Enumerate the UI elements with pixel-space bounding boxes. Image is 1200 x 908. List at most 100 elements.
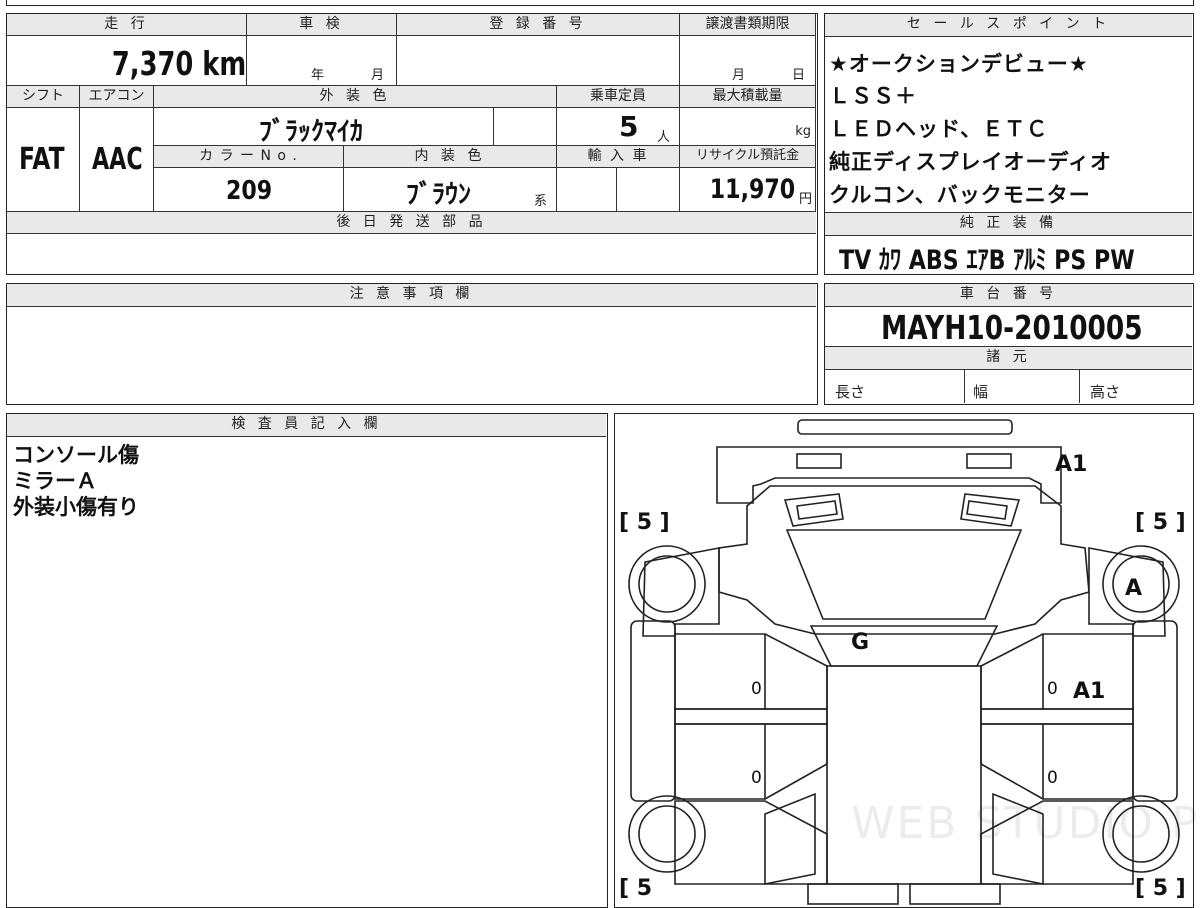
fender-left	[642, 547, 720, 637]
recycle-value: 11,970	[709, 174, 795, 205]
transfer-day-unit: 日	[792, 68, 806, 83]
header-later-parts: 後 日 発 送 部 品	[7, 212, 816, 234]
interior-color-cell: ﾌﾞﾗｳﾝ 系	[344, 168, 557, 212]
windshield	[809, 625, 999, 667]
headlight-right	[960, 493, 1021, 527]
mileage-value: 7,370 km	[111, 44, 246, 83]
shift-cell: FAT	[7, 108, 80, 212]
exterior-color-extra-cell	[494, 108, 557, 146]
front-outline	[716, 446, 1062, 504]
header-transfer-deadline: 譲渡書類期限	[680, 14, 816, 36]
sales-point-3: ＬＥＤヘッド、ＥＴＣ	[829, 117, 1049, 141]
header-interior-color: 内 装 色	[344, 146, 557, 168]
header-sales-points: セ ー ル ス ポ イ ン ト	[825, 14, 1192, 37]
sales-point-4: 純正ディスプレイオーディオ	[829, 150, 1113, 174]
shaken-year-unit: 年	[311, 68, 325, 83]
side-body-right	[1132, 620, 1178, 802]
spec-width-cell: 幅	[965, 369, 1080, 403]
color-no-cell: 209	[154, 168, 344, 212]
tire-grade-rear-left: [ 5	[619, 876, 653, 901]
door-mark-left-front: 0	[751, 679, 762, 699]
spec-width-label: 幅	[973, 383, 989, 401]
header-capacity: 乗車定員	[557, 86, 680, 108]
aircon-value: AAC	[92, 142, 143, 177]
equipment-value: TV ｶﾜ ABS ｴｱB ｱﾙﾐ PS PW	[839, 245, 1135, 276]
tire-grade-rear-right: [ 5 ]	[1135, 876, 1186, 901]
chassis-number-value: MAYH10-2010005	[881, 308, 1143, 347]
rear-bumper	[807, 883, 899, 905]
header-shaken: 車 検	[247, 14, 397, 36]
aircon-cell: AAC	[80, 108, 154, 212]
transfer-month-unit: 月	[732, 68, 746, 83]
notes-box: 注 意 事 項 欄	[6, 283, 818, 405]
pillar-right	[980, 708, 1134, 725]
door-mark-right-front: 0	[1047, 679, 1058, 699]
tire-grade-front-left: [ 5 ]	[619, 510, 670, 535]
front-lamp-right	[966, 453, 1012, 469]
tire-rear-left	[628, 795, 706, 873]
mileage-cell: 7,370 km	[7, 36, 247, 86]
top-strip	[6, 0, 1194, 6]
mark-right-front-fender: A	[1125, 576, 1143, 601]
shaken-month-unit: 月	[371, 68, 385, 83]
tire-grade-front-right: [ 5 ]	[1135, 510, 1186, 535]
inspector-note-2: ミラーＡ	[13, 469, 97, 493]
header-exterior-color: 外 装 色	[154, 86, 557, 108]
import-cell-b	[617, 168, 680, 212]
interior-color-value: ﾌﾞﾗｳﾝ	[406, 180, 472, 210]
inspector-note-1: コンソール傷	[13, 443, 139, 467]
spec-height-label: 高さ	[1090, 383, 1121, 401]
side-body-left	[630, 620, 676, 802]
inspector-notes: コンソール傷 ミラーＡ 外装小傷有り	[13, 442, 139, 520]
front-lamp-left	[796, 453, 842, 469]
max-load-unit: kg	[795, 124, 811, 139]
inspector-box: 検 査 員 記 入 欄 コンソール傷 ミラーＡ 外装小傷有り	[6, 413, 608, 908]
import-cell-a	[557, 168, 617, 212]
info-table: 走 行 車 検 登 録 番 号 譲渡書類期限 7,370 km 年 月 月 日 …	[6, 13, 818, 275]
header-chassis-number: 車 台 番 号	[825, 284, 1192, 307]
mark-rear-bumper: A1	[1055, 452, 1088, 477]
capacity-unit: 人	[657, 130, 671, 145]
pillar-left	[674, 708, 828, 725]
shift-value: FAT	[19, 142, 65, 177]
header-specs: 諸 元	[825, 346, 1192, 370]
max-load-cell: kg	[680, 108, 816, 146]
header-inspector: 検 査 員 記 入 欄	[7, 414, 606, 437]
spec-length-label: 長さ	[835, 383, 866, 401]
spec-length-cell: 長さ	[825, 369, 965, 403]
header-color-no: カ ラ ー N o .	[154, 146, 344, 168]
exterior-color-cell: ﾌﾞﾗｯｸﾏｲｶ	[154, 108, 494, 147]
transfer-deadline-cell: 月 日	[680, 36, 816, 86]
sales-point-1: ★オークションデビュー★	[829, 52, 1089, 76]
sales-points-box: セ ー ル ス ポ イ ン ト ★オークションデビュー★ ＬＳＳ＋ ＬＥＤヘッド…	[824, 13, 1194, 276]
sales-point-5: クルコン、バックモニター	[829, 183, 1091, 207]
chassis-box: 車 台 番 号 MAYH10-2010005 諸 元 長さ 幅 高さ	[824, 283, 1194, 405]
sales-point-2: ＬＳＳ＋	[829, 84, 917, 108]
hood-outline	[718, 485, 1090, 635]
header-mileage: 走 行	[7, 14, 247, 36]
headlight-left	[783, 493, 844, 527]
header-shift: シフト	[7, 86, 80, 108]
watermark: WEB STUDIO PRO	[851, 798, 1200, 849]
header-import: 輸 入 車	[557, 146, 680, 168]
recycle-unit: 円	[798, 192, 812, 207]
door-mark-left-rear: 0	[751, 768, 762, 788]
capacity-value: 5	[619, 110, 639, 143]
exterior-color-value: ﾌﾞﾗｯｸﾏｲｶ	[259, 117, 364, 147]
spec-height-cell: 高さ	[1080, 369, 1192, 403]
inspector-note-3: 外装小傷有り	[13, 495, 139, 519]
door-mark-right-rear: 0	[1047, 768, 1058, 788]
header-recycle: リサイクル預託金	[680, 146, 816, 168]
rear-quarter-left	[674, 800, 828, 885]
later-parts-area	[7, 234, 816, 272]
header-registration: 登 録 番 号	[397, 14, 680, 36]
registration-cell	[397, 36, 680, 86]
header-aircon: エアコン	[80, 86, 154, 108]
header-genuine-equipment: 純 正 装 備	[825, 212, 1192, 236]
recycle-cell: 11,970 円	[680, 168, 816, 212]
roof	[826, 665, 982, 885]
color-no-value: 209	[226, 176, 273, 206]
interior-color-suffix: 系	[534, 194, 548, 209]
front-bumper-bar	[797, 419, 1013, 435]
header-max-load: 最大積載量	[680, 86, 816, 108]
